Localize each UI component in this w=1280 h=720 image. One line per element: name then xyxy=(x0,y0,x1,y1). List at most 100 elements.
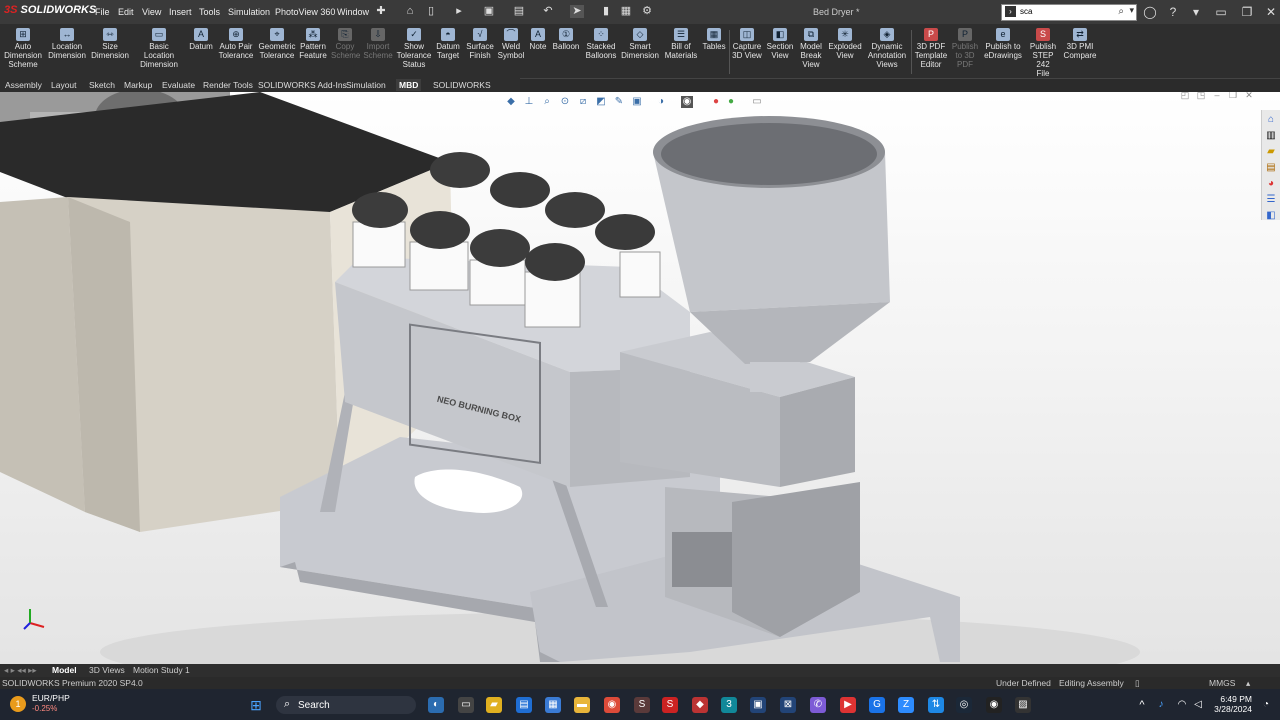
app-icon[interactable]: ⊠ xyxy=(780,697,796,713)
solidworks-resources-icon[interactable]: ⌂ xyxy=(1265,114,1277,126)
home-icon[interactable]: ⌂ xyxy=(403,5,417,18)
window-tile-icon[interactable]: ▭ xyxy=(1214,5,1228,19)
app-icon[interactable]: ▤ xyxy=(516,697,532,713)
view-orientation-cube-icon[interactable]: ✎ xyxy=(613,96,625,108)
view-orientation-icon[interactable]: ◆ xyxy=(505,96,517,108)
ribbon-publish-3d-pdf[interactable]: P Publish to 3D PDF xyxy=(951,28,979,69)
ribbon-weld-symbol[interactable]: ⌒ Weld Symbol xyxy=(497,28,525,60)
assembly-model[interactable]: NEO BURNING BOX xyxy=(0,92,1280,664)
tab-simulation[interactable]: Simulation xyxy=(343,79,389,91)
ribbon-exploded-view[interactable]: ✳ Exploded View xyxy=(827,28,863,60)
tab-motion-study[interactable]: Motion Study 1 xyxy=(133,665,190,675)
taskbar-search[interactable]: ⌕ Search xyxy=(276,696,416,714)
app-icon[interactable]: ⇅ xyxy=(928,697,944,713)
ribbon-copy-scheme[interactable]: ⎘ Copy Scheme xyxy=(331,28,360,60)
hide-show-items-icon[interactable]: ◑ xyxy=(655,96,667,108)
print-icon[interactable]: ▤ xyxy=(512,5,526,18)
ribbon-publish-edrawings[interactable]: e Publish to eDrawings xyxy=(982,28,1024,60)
tab-sketch[interactable]: Sketch xyxy=(86,79,118,91)
file-explorer-taskbar-icon[interactable]: ▬ xyxy=(574,697,590,713)
ribbon-datum-target[interactable]: ◓ Datum Target xyxy=(434,28,462,60)
ribbon-publish-step-242[interactable]: S Publish STEP 242 File xyxy=(1026,28,1060,78)
help-icon[interactable]: ? xyxy=(1166,5,1180,19)
graphics-area[interactable]: NEO BURNING BOX ◆ ⊥ ⌕ ⊙ ⧄ ◩ ✎ ▣ ◑ ◉ ● ● … xyxy=(0,92,1280,664)
tab-model[interactable]: Model xyxy=(52,665,77,675)
view-palette-icon[interactable]: ▤ xyxy=(1265,162,1277,174)
ribbon-datum[interactable]: A Datum xyxy=(187,28,215,51)
unit-system[interactable]: MMGS xyxy=(1209,678,1235,688)
ribbon-bill-of-materials[interactable]: ☰ Bill of Materials xyxy=(662,28,700,60)
notifications-icon[interactable]: ◔ xyxy=(1258,697,1274,713)
solidworks-logo[interactable]: 3S SOLIDWORKS xyxy=(4,4,96,16)
file-explorer-icon[interactable]: ▰ xyxy=(1265,146,1277,158)
start-icon[interactable]: ⊞ xyxy=(248,697,264,713)
steam-icon[interactable]: ◎ xyxy=(956,697,972,713)
tab-solidworks-addins[interactable]: SOLIDWORKS Add-Ins xyxy=(255,79,350,91)
custom-properties-icon[interactable]: ☰ xyxy=(1265,194,1277,206)
tab-layout[interactable]: Layout xyxy=(48,79,80,91)
apply-scene-icon[interactable]: ● xyxy=(710,96,722,108)
select-icon[interactable]: ➤ xyxy=(570,5,584,18)
close-icon[interactable]: ✕ xyxy=(1264,5,1278,19)
app-icon[interactable]: ▨ xyxy=(1015,697,1031,713)
ribbon-balloon[interactable]: ① Balloon xyxy=(551,28,581,51)
user-icon[interactable]: ◯ xyxy=(1143,5,1157,19)
menu-tools[interactable]: Tools xyxy=(199,7,220,17)
new-document-icon[interactable]: ▯ xyxy=(424,5,438,18)
zoom-to-fit-icon[interactable]: ⊥ xyxy=(523,96,535,108)
menu-simulation[interactable]: Simulation xyxy=(228,7,270,17)
ribbon-location-dimension[interactable]: ↔ Location Dimension xyxy=(47,28,87,60)
dropdown-icon[interactable]: ▾ xyxy=(1189,5,1203,19)
edit-appearance-icon[interactable]: ◉ xyxy=(681,96,693,108)
tray-overflow-icon[interactable]: ^ xyxy=(1134,697,1150,713)
app-icon[interactable]: ◆ xyxy=(692,697,708,713)
restore-viewport-icon[interactable]: ❐ xyxy=(1226,92,1240,102)
wifi-icon[interactable]: ◠ xyxy=(1174,697,1190,713)
ribbon-basic-location-dimension[interactable]: ▭ Basic Location Dimension xyxy=(133,28,185,69)
search-magnifier-icon[interactable]: ⌕ xyxy=(1118,6,1124,17)
display-style-icon[interactable]: ▣ xyxy=(631,96,643,108)
view-settings-icon[interactable]: ● xyxy=(725,96,737,108)
volume-icon[interactable]: ◁ xyxy=(1190,697,1206,713)
app-icon[interactable]: 3 xyxy=(721,697,737,713)
design-library-icon[interactable]: ▥ xyxy=(1265,130,1277,142)
calculator-icon[interactable]: ▦ xyxy=(545,697,561,713)
ribbon-capture-3d-view[interactable]: ◫ Capture 3D View xyxy=(731,28,763,60)
tab-render-tools[interactable]: Render Tools xyxy=(200,79,256,91)
ribbon-note[interactable]: A Note xyxy=(527,28,549,51)
previous-view-icon[interactable]: ⊙ xyxy=(559,96,571,108)
zoom-area-icon[interactable]: ⌕ xyxy=(541,96,553,108)
undo-icon[interactable]: ↶ xyxy=(541,5,555,18)
system-clock[interactable]: 6:49 PM 3/28/2024 xyxy=(1212,694,1252,714)
units-chevron-icon[interactable]: ▴ xyxy=(1246,678,1250,689)
rebuild-icon[interactable]: ▮ xyxy=(599,5,613,18)
app-icon[interactable]: ▣ xyxy=(750,697,766,713)
obs-icon[interactable]: ◉ xyxy=(986,697,1002,713)
menu-view[interactable]: View xyxy=(142,7,161,17)
ribbon-tables[interactable]: ▦ Tables xyxy=(702,28,726,51)
tab-assembly[interactable]: Assembly xyxy=(2,79,45,91)
menu-photoview[interactable]: PhotoView 360 xyxy=(275,7,335,17)
ribbon-3d-pdf-template-editor[interactable]: P 3D PDF Template Editor xyxy=(913,28,949,69)
ribbon-surface-finish[interactable]: √ Surface Finish xyxy=(465,28,495,60)
ribbon-stacked-balloons[interactable]: ⁘ Stacked Balloons xyxy=(584,28,618,60)
section-view-hud-icon[interactable]: ⧄ xyxy=(577,96,589,108)
app-icon[interactable]: ▶ xyxy=(840,697,856,713)
forum-icon[interactable]: ◧ xyxy=(1265,210,1277,222)
search-input[interactable]: › sca ⌕ ▾ xyxy=(1001,4,1137,21)
viewport-split-icon[interactable]: ◳ xyxy=(1194,92,1208,102)
display-pane-icon[interactable]: ▭ xyxy=(751,96,763,108)
zoom-icon[interactable]: Z xyxy=(898,697,914,713)
save-icon[interactable]: ▣ xyxy=(482,5,496,18)
tab-markup[interactable]: Markup xyxy=(121,79,155,91)
appearances-icon[interactable]: ◕ xyxy=(1265,178,1277,190)
copilot-icon[interactable]: ◐ xyxy=(428,697,444,713)
solidworks-taskbar-icon[interactable]: S xyxy=(662,697,678,713)
close-viewport-icon[interactable]: ✕ xyxy=(1242,92,1256,102)
pin-icon[interactable]: ✚ xyxy=(374,5,388,18)
app-icon[interactable]: G xyxy=(869,697,885,713)
ribbon-auto-pair-tolerance[interactable]: ⊕ Auto Pair Tolerance xyxy=(217,28,255,60)
ribbon-size-dimension[interactable]: ⇿ Size Dimension xyxy=(90,28,130,60)
chrome-icon[interactable]: ◉ xyxy=(604,697,620,713)
menu-insert[interactable]: Insert xyxy=(169,7,192,17)
